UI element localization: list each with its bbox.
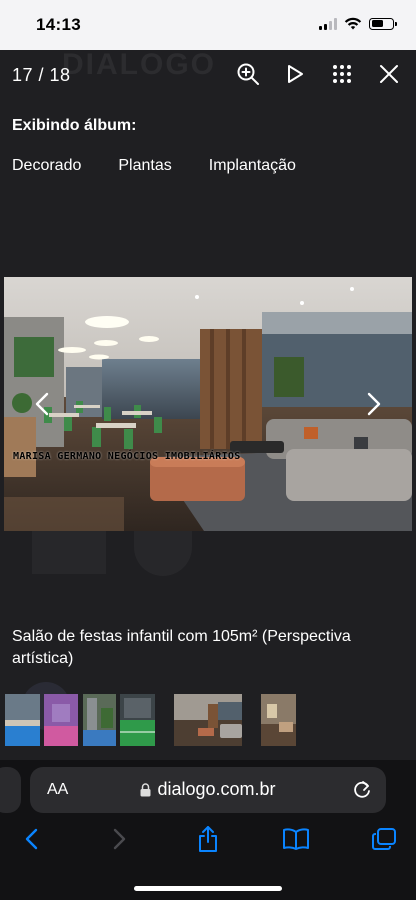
url-text: dialogo.com.br bbox=[157, 779, 276, 799]
browser-toolbar bbox=[0, 824, 416, 854]
thumbnail[interactable] bbox=[120, 694, 155, 746]
album-label: Exibindo álbum: bbox=[12, 117, 137, 134]
share-icon[interactable] bbox=[192, 824, 224, 854]
close-icon[interactable] bbox=[376, 60, 402, 88]
previous-image-button[interactable] bbox=[30, 390, 54, 418]
album-tabs: Decorado Plantas Implantação bbox=[12, 157, 296, 175]
thumbnail[interactable] bbox=[5, 694, 40, 746]
background-shape bbox=[134, 528, 192, 576]
background-shape bbox=[32, 528, 106, 574]
tab-plantas[interactable]: Plantas bbox=[118, 157, 171, 175]
forward-icon[interactable] bbox=[104, 824, 136, 854]
wifi-icon bbox=[344, 17, 362, 30]
thumbnail[interactable] bbox=[174, 694, 242, 746]
grid-icon[interactable] bbox=[329, 60, 355, 88]
gallery-viewer: DIALOGO 17 / 18 Exibindo álbum: Decorado… bbox=[0, 50, 416, 760]
home-indicator bbox=[134, 886, 282, 891]
address-bar[interactable]: AA dialogo.com.br bbox=[30, 767, 386, 813]
photo-watermark: MARISA GERMANO NEGÓCIOS IMOBILIÁRIOS bbox=[13, 451, 241, 462]
battery-fill bbox=[371, 20, 383, 27]
thumbnail[interactable] bbox=[44, 694, 78, 746]
chevron-right-icon bbox=[367, 392, 381, 416]
battery-icon bbox=[369, 17, 397, 30]
image-caption: Salão de festas infantil com 105m² (Pers… bbox=[12, 628, 351, 667]
status-time: 14:13 bbox=[36, 15, 81, 34]
thumbnail-strip bbox=[0, 694, 416, 746]
thumbnail[interactable] bbox=[261, 694, 296, 746]
tabs-icon[interactable] bbox=[368, 824, 400, 854]
lock-icon bbox=[140, 782, 151, 796]
chevron-left-icon bbox=[35, 392, 49, 416]
next-image-button[interactable] bbox=[362, 390, 386, 418]
status-bar: 14:13 bbox=[0, 0, 416, 50]
url-display[interactable]: dialogo.com.br bbox=[30, 779, 386, 800]
party-hall-image bbox=[4, 277, 412, 531]
signal-icon bbox=[319, 17, 337, 30]
back-icon[interactable] bbox=[15, 824, 47, 854]
tab-implantacao[interactable]: Implantação bbox=[209, 157, 296, 175]
image-counter: 17 / 18 bbox=[12, 65, 71, 85]
bookmarks-icon[interactable] bbox=[280, 824, 312, 854]
browser-bar: AA dialogo.com.br bbox=[0, 760, 416, 900]
tab-decorado[interactable]: Decorado bbox=[12, 157, 81, 175]
zoom-in-icon[interactable] bbox=[235, 60, 261, 88]
reload-icon[interactable] bbox=[352, 778, 372, 805]
main-photo[interactable]: MARISA GERMANO NEGÓCIOS IMOBILIÁRIOS bbox=[4, 277, 412, 531]
background-logo: DIALOGO bbox=[62, 50, 216, 81]
play-icon[interactable] bbox=[282, 60, 308, 88]
previous-tab-preview[interactable] bbox=[0, 767, 21, 813]
thumbnail[interactable] bbox=[83, 694, 116, 746]
viewer-toolbar bbox=[235, 60, 402, 88]
status-icons bbox=[319, 17, 397, 30]
